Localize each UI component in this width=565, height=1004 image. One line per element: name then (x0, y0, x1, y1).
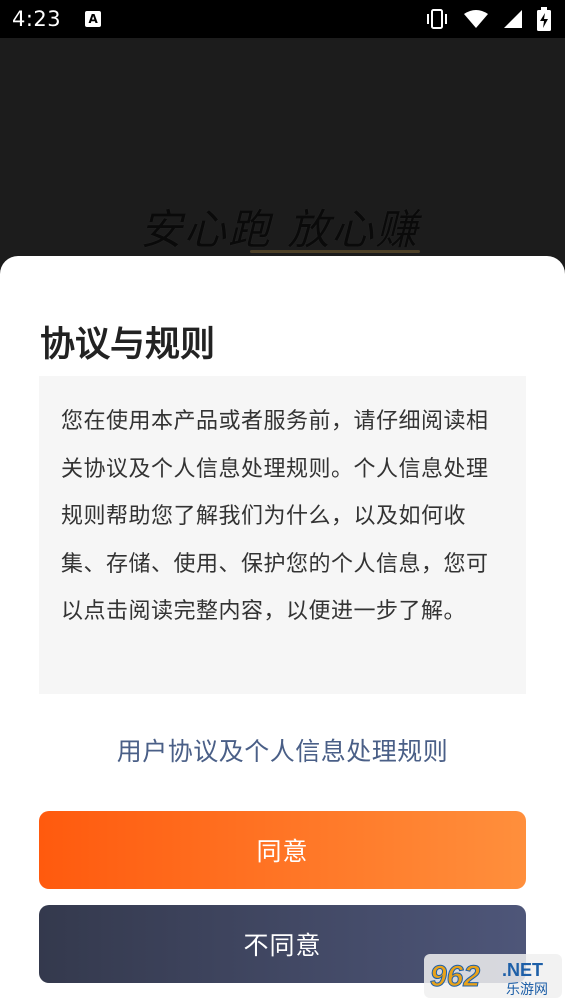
watermark-logo: 962 .NET 乐游网 (424, 952, 562, 1000)
app-screen: 4:23 A 安心跑 放心赚 协议与规则 您在使用本产品或者服务前，请仔细阅读相… (0, 0, 565, 1004)
dialog-title: 协议与规则 (40, 325, 216, 365)
notification-a-icon: A (85, 11, 102, 27)
splash-slogan: 安心跑 放心赚 (140, 205, 420, 254)
status-bar: 4:23 A (0, 0, 565, 38)
agree-button[interactable]: 同意 (39, 811, 526, 889)
watermark-caption: 乐游网 (506, 982, 548, 998)
watermark-number: 962 (430, 960, 480, 993)
status-icons (425, 7, 551, 31)
status-time: 4:23 (12, 7, 62, 31)
vibrate-icon (427, 9, 447, 29)
agreement-text: 您在使用本产品或者服务前，请仔细阅读相关协议及个人信息处理规则。个人信息处理规则… (61, 409, 489, 624)
watermark-suffix: .NET (502, 960, 543, 980)
slogan-underline (250, 250, 420, 253)
agreement-dialog: 协议与规则 您在使用本产品或者服务前，请仔细阅读相关协议及个人信息处理规则。个人… (0, 256, 565, 1004)
wifi-icon (464, 10, 488, 28)
policy-link[interactable]: 用户协议及个人信息处理规则 (0, 732, 565, 768)
agreement-content-box: 您在使用本产品或者服务前，请仔细阅读相关协议及个人信息处理规则。个人信息处理规则… (39, 376, 526, 694)
battery-icon (537, 7, 551, 31)
signal-icon (504, 10, 522, 28)
